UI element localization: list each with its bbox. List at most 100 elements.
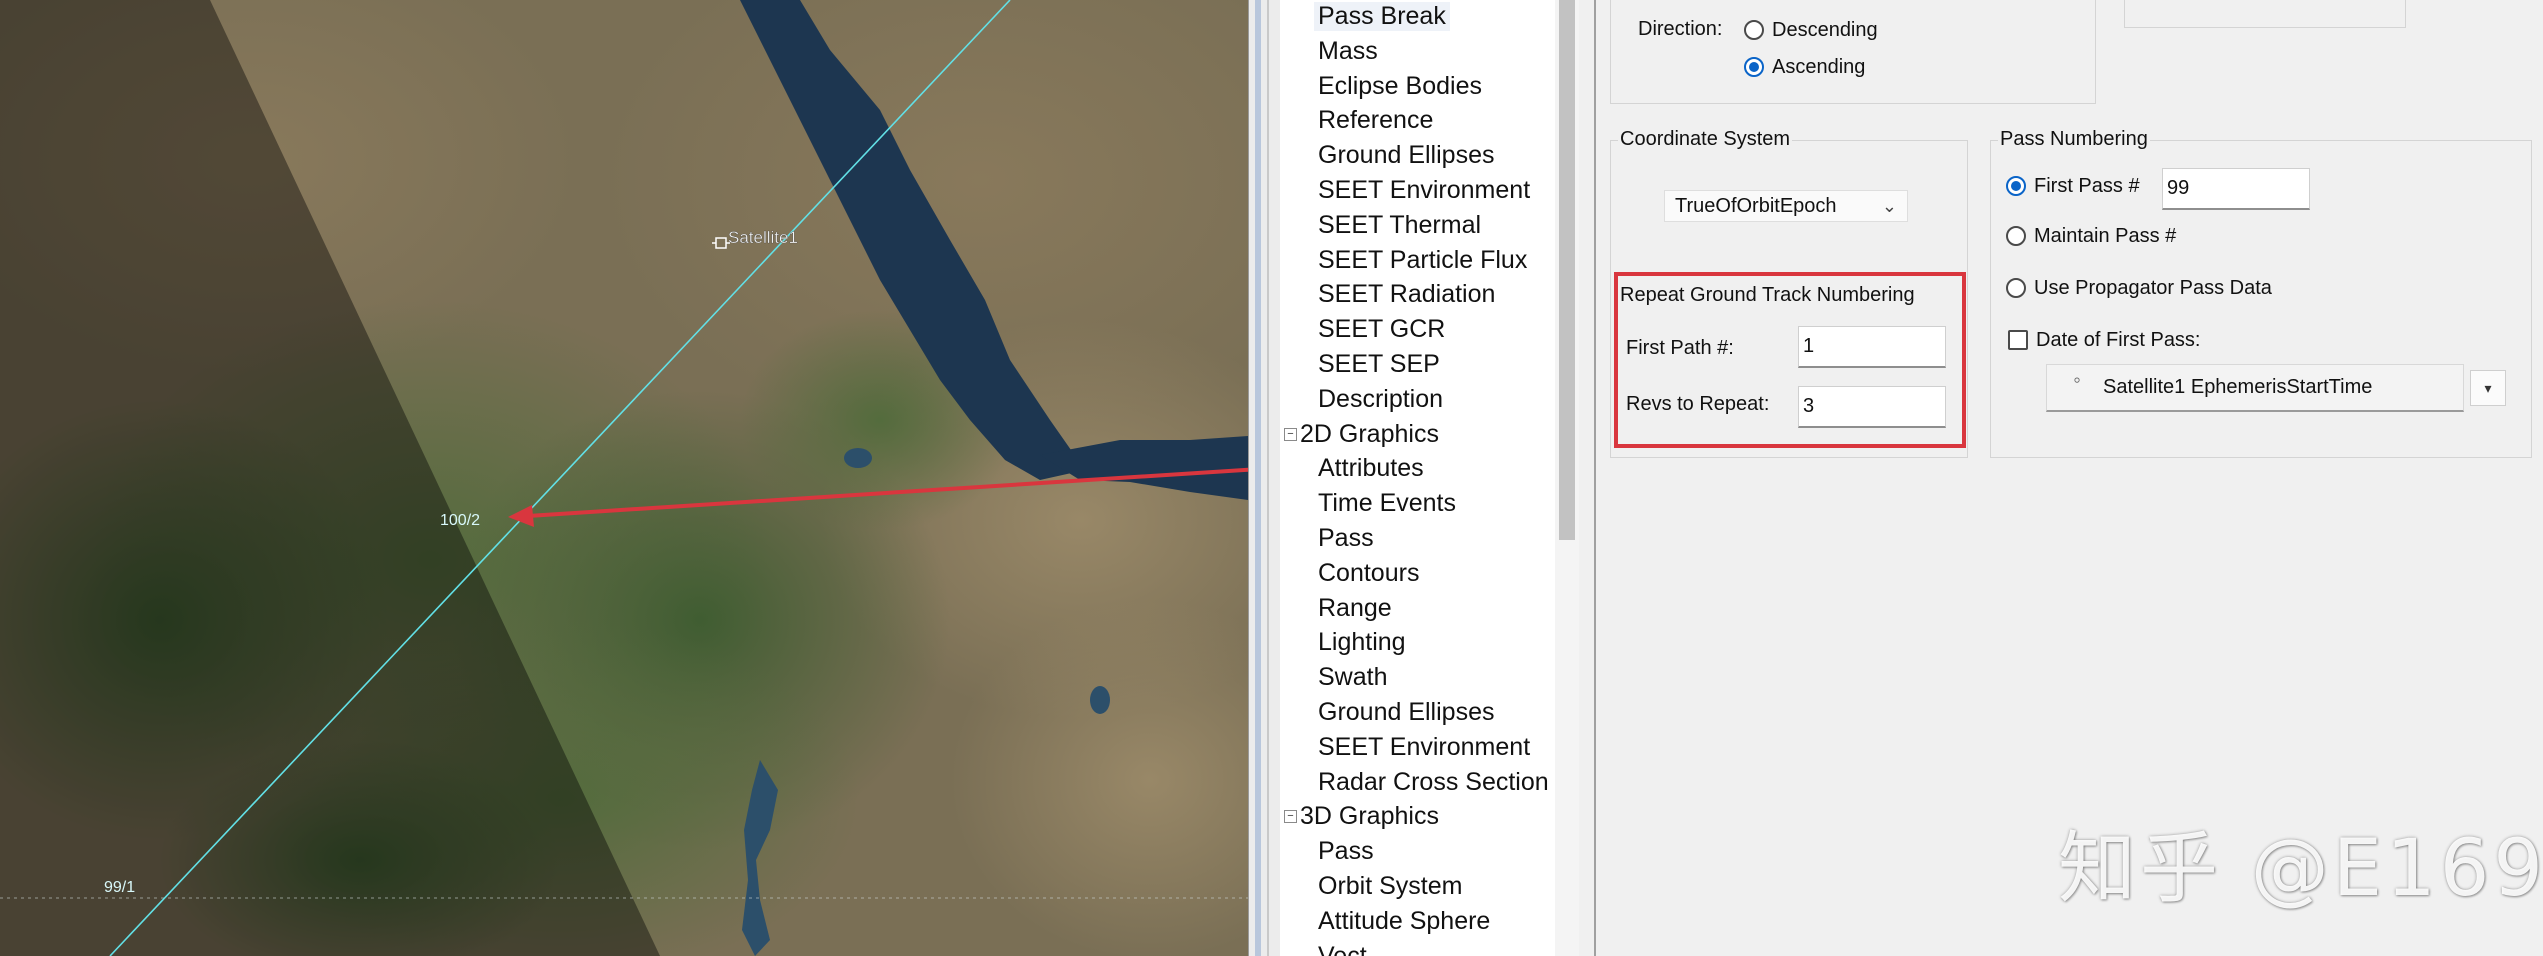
properties-tree: Pass Break Mass Eclipse Bodies Reference Gro…	[1280, 0, 1555, 956]
first-path-label: First Path #:	[1626, 337, 1734, 359]
revs-to-repeat-label: Revs to Repeat:	[1626, 393, 1770, 415]
tree-item[interactable]: Swath	[1318, 661, 1387, 694]
radio-propagator-pass[interactable]	[2006, 278, 2026, 298]
anchor-icon: ⸰	[2073, 372, 2082, 388]
date-first-pass-checkbox[interactable]	[2008, 330, 2028, 350]
tree-item-label: SEET SEP	[1318, 350, 1440, 378]
ascending-label[interactable]: Ascending	[1772, 56, 1865, 79]
tree-group[interactable]: −3D Graphics	[1284, 800, 1439, 833]
pass-label-lower: 99/1	[104, 879, 135, 896]
tree-item-label: Attitude Sphere	[1318, 906, 1491, 935]
top-right-group	[2124, 0, 2406, 28]
date-first-pass-value: Satellite1 EphemerisStartTime	[2103, 376, 2373, 398]
tree-item[interactable]: Reference	[1318, 104, 1433, 137]
repeat-track-title: Repeat Ground Track Numbering	[1620, 284, 1915, 306]
propagator-pass-label[interactable]: Use Propagator Pass Data	[2034, 277, 2272, 300]
tree-item-label: Vect	[1318, 941, 1367, 956]
watermark: 知乎 @E169	[2058, 824, 2543, 914]
tree-item-label: Time Events	[1318, 489, 1457, 518]
coordinate-system-value: TrueOfOrbitEpoch	[1675, 194, 1837, 217]
tree-item-label: SEET Radiation	[1318, 280, 1496, 309]
radio-maintain-pass[interactable]	[2006, 226, 2026, 246]
tree-item-label: SEET Environment	[1318, 176, 1531, 204]
tree-item[interactable]: Mass	[1318, 35, 1378, 68]
direction-group	[1610, 0, 2096, 104]
date-first-pass-field[interactable]: ⸰ Satellite1 EphemerisStartTime	[2046, 364, 2464, 412]
tree-item[interactable]: Orbit System	[1318, 870, 1462, 903]
chevron-down-icon: ▾	[2484, 379, 2492, 396]
tree-item-label: Radar Cross Section	[1318, 767, 1549, 796]
tree-item[interactable]: Range	[1318, 592, 1392, 625]
tree-item[interactable]: Attributes	[1318, 452, 1424, 485]
tree-item[interactable]: SEET GCR	[1318, 313, 1445, 346]
tree-item[interactable]: Contours	[1318, 557, 1419, 590]
panel-divider[interactable]	[1579, 0, 1596, 956]
coordinate-system-title: Coordinate System	[1618, 128, 1793, 151]
map-view[interactable]: Satellite1 100/2 99/1	[0, 0, 1248, 956]
tree-item-label: Ground Ellipses	[1318, 141, 1495, 170]
tree-item-label: Description	[1318, 384, 1444, 413]
revs-to-repeat-input[interactable]	[1798, 386, 1946, 428]
tree-item-label: 3D Graphics	[1300, 802, 1439, 831]
tree-item[interactable]: Vect	[1318, 940, 1367, 956]
tree-item-label: SEET GCR	[1318, 315, 1446, 344]
radio-ascending[interactable]	[1744, 57, 1764, 77]
tree-item[interactable]: Attitude Sphere	[1318, 905, 1490, 938]
first-pass-input[interactable]	[2162, 168, 2310, 210]
tree-item[interactable]: Ground Ellipses	[1318, 696, 1494, 729]
lake	[1090, 686, 1110, 714]
tree-item[interactable]: Ground Ellipses	[1318, 139, 1494, 172]
tree-item-label: Pass	[1318, 837, 1374, 866]
tree-item[interactable]: SEET Thermal	[1318, 209, 1481, 242]
tree-item[interactable]: Radar Cross Section	[1318, 766, 1549, 799]
tree-item[interactable]: Pass	[1318, 522, 1374, 555]
tree-group[interactable]: −2D Graphics	[1284, 418, 1439, 451]
tree-item[interactable]: Description	[1318, 383, 1443, 416]
tree-item-label: Mass	[1318, 36, 1378, 65]
tree-item-label: SEET Particle Flux	[1318, 245, 1528, 274]
tree-item[interactable]: SEET Environment	[1318, 174, 1530, 207]
tree-item[interactable]: SEET Radiation	[1318, 278, 1495, 311]
tree-item-label: Ground Ellipses	[1318, 698, 1495, 726]
first-path-input[interactable]	[1798, 326, 1946, 368]
direction-label: Direction:	[1638, 18, 1723, 40]
radio-first-pass[interactable]	[2006, 176, 2026, 196]
maintain-pass-label[interactable]: Maintain Pass #	[2034, 225, 2176, 248]
descending-label[interactable]: Descending	[1772, 19, 1878, 42]
tree-item-label: Range	[1318, 593, 1392, 622]
tree-item-label: SEET Thermal	[1318, 210, 1482, 239]
tree-gutter	[1248, 0, 1281, 956]
tree-scrollbar[interactable]	[1555, 0, 1579, 956]
tree-item-label: Pass	[1318, 524, 1374, 552]
tree-item-label: Lighting	[1318, 628, 1406, 657]
tree-item[interactable]: SEET Environment	[1318, 731, 1530, 764]
pass-label-upper: 100/2	[440, 512, 480, 529]
tree-item[interactable]: Eclipse Bodies	[1318, 70, 1482, 103]
satellite-label: Satellite1	[728, 228, 798, 247]
collapse-icon[interactable]: −	[1284, 427, 1297, 441]
first-pass-label[interactable]: First Pass #	[2034, 175, 2140, 198]
chevron-down-icon: ⌄	[1881, 195, 1897, 216]
tree-item[interactable]: SEET Particle Flux	[1318, 244, 1527, 277]
tree-item-label: Orbit System	[1318, 872, 1463, 900]
tree-item-label: Contours	[1318, 558, 1420, 587]
radio-descending[interactable]	[1744, 20, 1764, 40]
tree-item-label: Swath	[1318, 663, 1388, 692]
tree-item[interactable]: SEET SEP	[1318, 348, 1440, 381]
tree-item-label: Attributes	[1318, 454, 1424, 483]
tree-item[interactable]: Lighting	[1318, 626, 1406, 659]
lake	[844, 448, 872, 468]
tree-item-label: Reference	[1318, 106, 1434, 135]
coordinate-system-select[interactable]: TrueOfOrbitEpoch ⌄	[1664, 190, 1908, 222]
date-first-pass-label[interactable]: Date of First Pass:	[2036, 329, 2201, 352]
collapse-icon[interactable]: −	[1284, 810, 1297, 824]
date-dropdown-button[interactable]: ▾	[2470, 370, 2506, 406]
tree-item[interactable]: Pass Break	[1314, 0, 1450, 33]
tree-item-label: 2D Graphics	[1300, 419, 1439, 448]
tree-item-label: SEET Environment	[1318, 732, 1531, 761]
tree-item[interactable]: Pass	[1318, 835, 1374, 868]
tree-scroll-thumb[interactable]	[1559, 0, 1575, 540]
tree-item[interactable]: Time Events	[1318, 487, 1456, 520]
map-canvas: Satellite1 100/2 99/1	[0, 0, 1248, 956]
pass-numbering-title: Pass Numbering	[1998, 128, 2150, 151]
